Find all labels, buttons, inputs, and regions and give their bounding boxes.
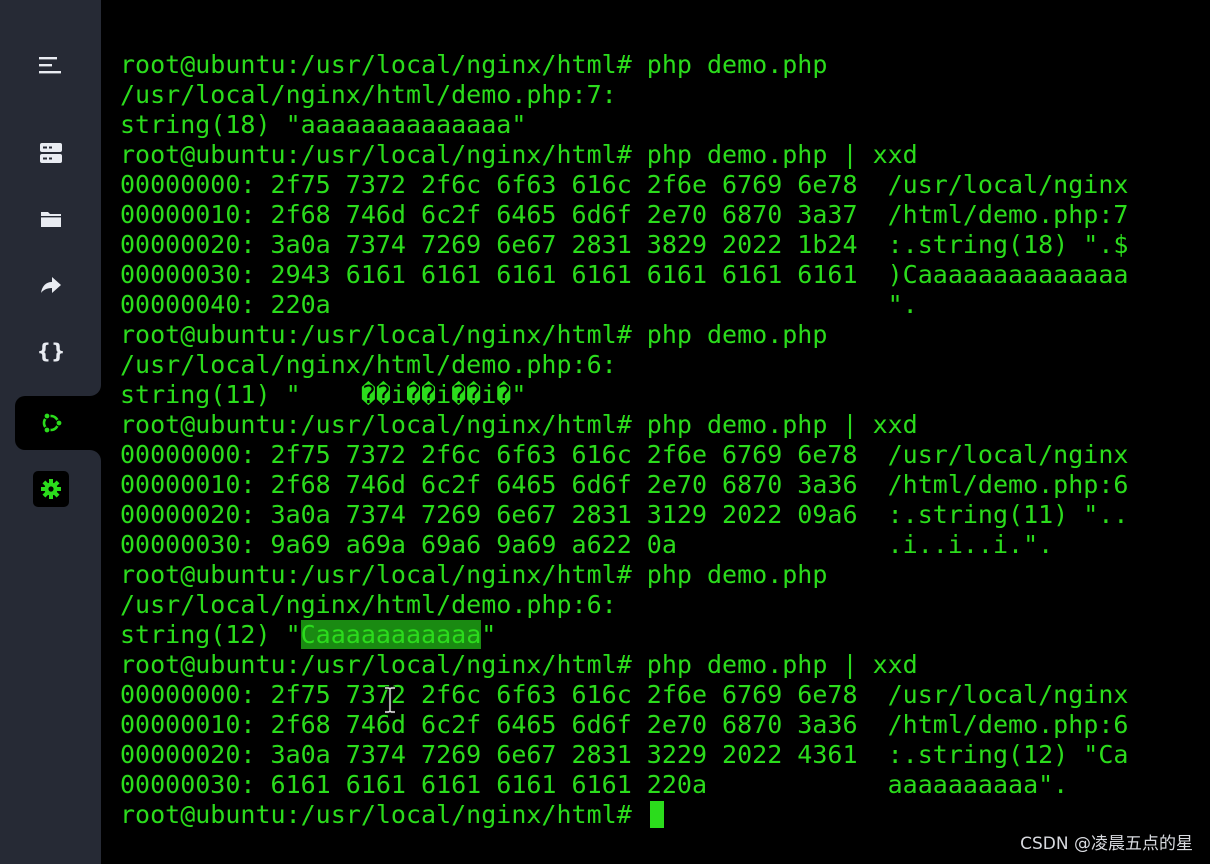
terminal-line: root@ubuntu:/usr/local/nginx/html# php d… [120, 50, 828, 79]
terminal-line: 00000020: 3a0a 7374 7269 6e67 2831 3129 … [120, 500, 1129, 529]
terminal-line: 00000000: 2f75 7372 2f6c 6f63 616c 2f6e … [120, 170, 1129, 199]
terminal-output[interactable]: root@ubuntu:/usr/local/nginx/html# php d… [120, 50, 1200, 830]
prompt-text: root@ubuntu:/usr/local/nginx/html# [120, 800, 647, 829]
server-icon[interactable] [30, 132, 72, 174]
terminal-line: 00000000: 2f75 7372 2f6c 6f63 616c 2f6e … [120, 680, 1129, 709]
sidebar: {} [0, 0, 101, 864]
terminal-line: /usr/local/nginx/html/demo.php:7: [120, 80, 617, 109]
text-selection[interactable]: Caaaaaaaaaaa [300, 620, 482, 649]
watermark-text: CSDN @凌晨五点的星 [1020, 834, 1193, 854]
terminal-line: string(11) " ��i��i��i�" [120, 380, 527, 409]
ubuntu-icon[interactable] [30, 402, 72, 444]
terminal-line: /usr/local/nginx/html/demo.php:6: [120, 590, 617, 619]
selected-line-prefix: string(12) " [120, 620, 301, 649]
folder-icon[interactable] [30, 198, 72, 240]
terminal-line: 00000030: 9a69 a69a 69a6 9a69 a622 0a .i… [120, 530, 1054, 559]
terminal-line: root@ubuntu:/usr/local/nginx/html# php d… [120, 410, 918, 439]
terminal-line: 00000010: 2f68 746d 6c2f 6465 6d6f 2e70 … [120, 200, 1129, 229]
terminal-line: 00000020: 3a0a 7374 7269 6e67 2831 3829 … [120, 230, 1129, 259]
terminal-line: root@ubuntu:/usr/local/nginx/html# php d… [120, 320, 828, 349]
settings-icon[interactable] [30, 468, 72, 510]
sidebar-active-notch-bottom [90, 450, 101, 461]
terminal-line: 00000030: 2943 6161 6161 6161 6161 6161 … [120, 260, 1129, 289]
terminal-line: root@ubuntu:/usr/local/nginx/html# php d… [120, 650, 918, 679]
terminal-line: 00000000: 2f75 7372 2f6c 6f63 616c 2f6e … [120, 440, 1129, 469]
selected-line-suffix: " [481, 620, 497, 649]
sidebar-active-notch-top [90, 385, 101, 396]
terminal-line-selected: string(12) "Caaaaaaaaaaa" [120, 620, 1200, 650]
terminal-line: 00000040: 220a ". [120, 290, 918, 319]
app-window: {} root@ubuntu:/usr/local/nginx/html# ph… [0, 0, 1210, 864]
terminal-line: root@ubuntu:/usr/local/nginx/html# php d… [120, 560, 828, 589]
text-cursor [649, 801, 664, 828]
terminal-line: 00000010: 2f68 746d 6c2f 6465 6d6f 2e70 … [120, 470, 1129, 499]
terminal-line: /usr/local/nginx/html/demo.php:6: [120, 350, 617, 379]
menu-icon[interactable] [30, 44, 72, 86]
terminal-line: string(18) "aaaaaaaaaaaaaa" [120, 110, 527, 139]
terminal-line: 00000010: 2f68 746d 6c2f 6465 6d6f 2e70 … [120, 710, 1129, 739]
terminal-line: root@ubuntu:/usr/local/nginx/html# php d… [120, 140, 918, 169]
code-braces-icon[interactable]: {} [30, 330, 72, 372]
terminal-prompt-line[interactable]: root@ubuntu:/usr/local/nginx/html# [120, 800, 1200, 830]
terminal-line: 00000030: 6161 6161 6161 6161 6161 220a … [120, 770, 1069, 799]
ibeam-cursor-icon [383, 686, 397, 714]
share-icon[interactable] [30, 264, 72, 306]
terminal-line: 00000020: 3a0a 7374 7269 6e67 2831 3229 … [120, 740, 1129, 769]
code-braces-glyph: {} [36, 339, 66, 363]
